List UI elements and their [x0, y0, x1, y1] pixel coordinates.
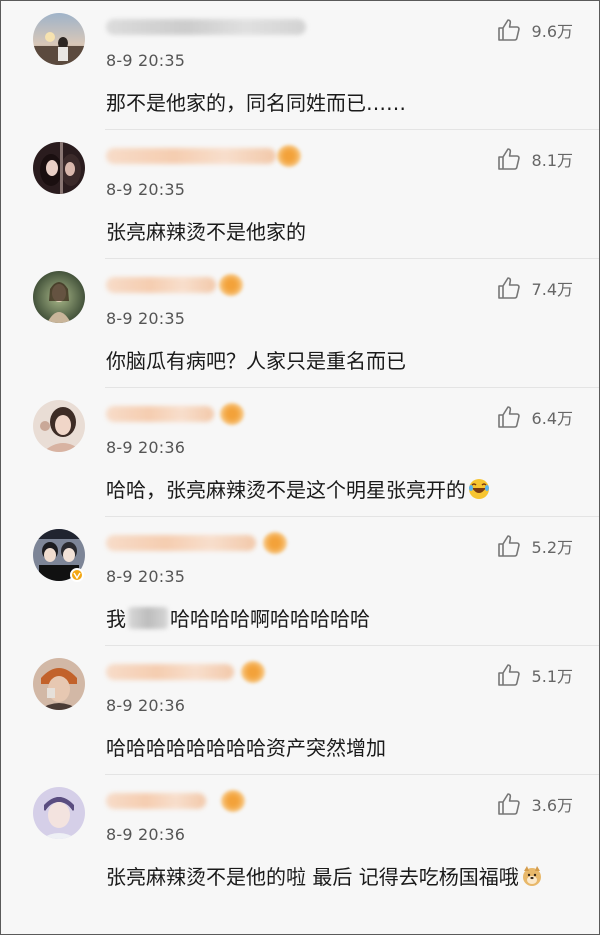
like-count: 5.1万: [531, 667, 573, 686]
username-blurred[interactable]: [106, 148, 276, 164]
comment-item: 8-9 20:35 5.2万 我 哈哈哈哈啊哈哈哈哈哈: [1, 517, 599, 646]
thumbs-up-icon: [497, 664, 520, 686]
like-count: 8.1万: [531, 151, 573, 170]
doge-emoji-icon: [521, 865, 543, 887]
laugh-cry-emoji-icon: [468, 478, 490, 500]
avatar-image: [33, 400, 85, 452]
comment-item: 8-9 20:36 6.4万 哈哈，张亮麻辣烫不是这个明星张亮开的: [1, 388, 599, 517]
avatar-image: [33, 787, 85, 839]
username-blurred[interactable]: [106, 793, 206, 809]
comment-text: 张亮麻辣烫不是他的啦 最后 记得去吃杨国福哦: [106, 861, 566, 893]
comment-item: 8-9 20:35 7.4万 你脑瓜有病吧？人家只是重名而已: [1, 259, 599, 388]
like-button[interactable]: 8.1万: [496, 146, 573, 172]
comment-time: 8-9 20:35: [106, 180, 186, 199]
username-blurred[interactable]: [106, 535, 256, 551]
thumbs-up-icon: [497, 277, 520, 299]
avatar[interactable]: [33, 271, 85, 323]
vip-badge-icon: [263, 532, 287, 554]
vip-badge-icon: [219, 274, 243, 296]
comment-text-content: 哈哈，张亮麻辣烫不是这个明星张亮开的: [106, 478, 466, 502]
like-count: 9.6万: [531, 22, 573, 41]
username-blurred[interactable]: [106, 19, 306, 35]
username-blurred[interactable]: [106, 406, 214, 422]
like-button[interactable]: 5.2万: [496, 533, 573, 559]
like-button[interactable]: 7.4万: [496, 275, 573, 301]
like-button[interactable]: 6.4万: [496, 404, 573, 430]
thumbs-up-icon: [497, 535, 520, 557]
comment-item: 8-9 20:35 8.1万 张亮麻辣烫不是他家的: [1, 130, 599, 259]
avatar-image: [33, 142, 85, 194]
username-blurred[interactable]: [106, 664, 234, 680]
like-count: 7.4万: [531, 280, 573, 299]
comment-time: 8-9 20:36: [106, 438, 186, 457]
username-blurred[interactable]: [106, 277, 216, 293]
avatar-image: [33, 658, 85, 710]
like-button[interactable]: 9.6万: [496, 17, 573, 43]
comment-list: 8-9 20:35 9.6万 那不是他家的，同名同姓而已…… 8-9 20:35…: [1, 1, 599, 932]
comment-text: 那不是他家的，同名同姓而已……: [106, 91, 406, 115]
thumbs-up-icon: [497, 19, 520, 41]
avatar[interactable]: [33, 787, 85, 839]
like-button[interactable]: 5.1万: [496, 662, 573, 688]
vip-badge-icon: [241, 661, 265, 683]
comment-text: 哈哈，张亮麻辣烫不是这个明星张亮开的: [106, 474, 576, 506]
comment-text-after: 哈哈哈哈啊哈哈哈哈哈: [170, 607, 370, 631]
vip-badge-icon: [220, 403, 244, 425]
thumbs-up-icon: [497, 793, 520, 815]
comment-text-content: 张亮麻辣烫不是他的啦 最后 记得去吃杨国福哦: [106, 865, 519, 889]
comment-text: 我 哈哈哈哈啊哈哈哈哈哈: [106, 603, 576, 635]
comment-time: 8-9 20:35: [106, 567, 186, 586]
like-count: 3.6万: [531, 796, 573, 815]
avatar-image: [33, 271, 85, 323]
avatar-image: [33, 13, 85, 65]
comment-item: 8-9 20:35 9.6万 那不是他家的，同名同姓而已……: [1, 1, 599, 130]
comment-text: 张亮麻辣烫不是他家的: [106, 220, 306, 244]
thumbs-up-icon: [497, 406, 520, 428]
redacted-word: [128, 607, 168, 629]
vip-badge-icon: [277, 145, 301, 167]
comment-text-before: 我: [106, 607, 126, 631]
comment-time: 8-9 20:35: [106, 51, 186, 70]
thumbs-up-icon: [497, 148, 520, 170]
comment-item: 8-9 20:36 5.1万 哈哈哈哈哈哈哈哈资产突然增加: [1, 646, 599, 775]
comment-time: 8-9 20:35: [106, 309, 186, 328]
avatar[interactable]: [33, 400, 85, 452]
avatar[interactable]: [33, 142, 85, 194]
comment-time: 8-9 20:36: [106, 696, 186, 715]
like-count: 6.4万: [531, 409, 573, 428]
verified-badge-icon: [70, 568, 84, 582]
vip-badge-icon: [221, 790, 245, 812]
like-button[interactable]: 3.6万: [496, 791, 573, 817]
comment-text: 你脑瓜有病吧？人家只是重名而已: [106, 349, 406, 373]
comment-text: 哈哈哈哈哈哈哈哈资产突然增加: [106, 736, 386, 760]
comment-time: 8-9 20:36: [106, 825, 186, 844]
like-count: 5.2万: [531, 538, 573, 557]
comment-item: 8-9 20:36 3.6万 张亮麻辣烫不是他的啦 最后 记得去吃杨国福哦: [1, 775, 599, 932]
avatar[interactable]: [33, 658, 85, 710]
avatar[interactable]: [33, 13, 85, 65]
